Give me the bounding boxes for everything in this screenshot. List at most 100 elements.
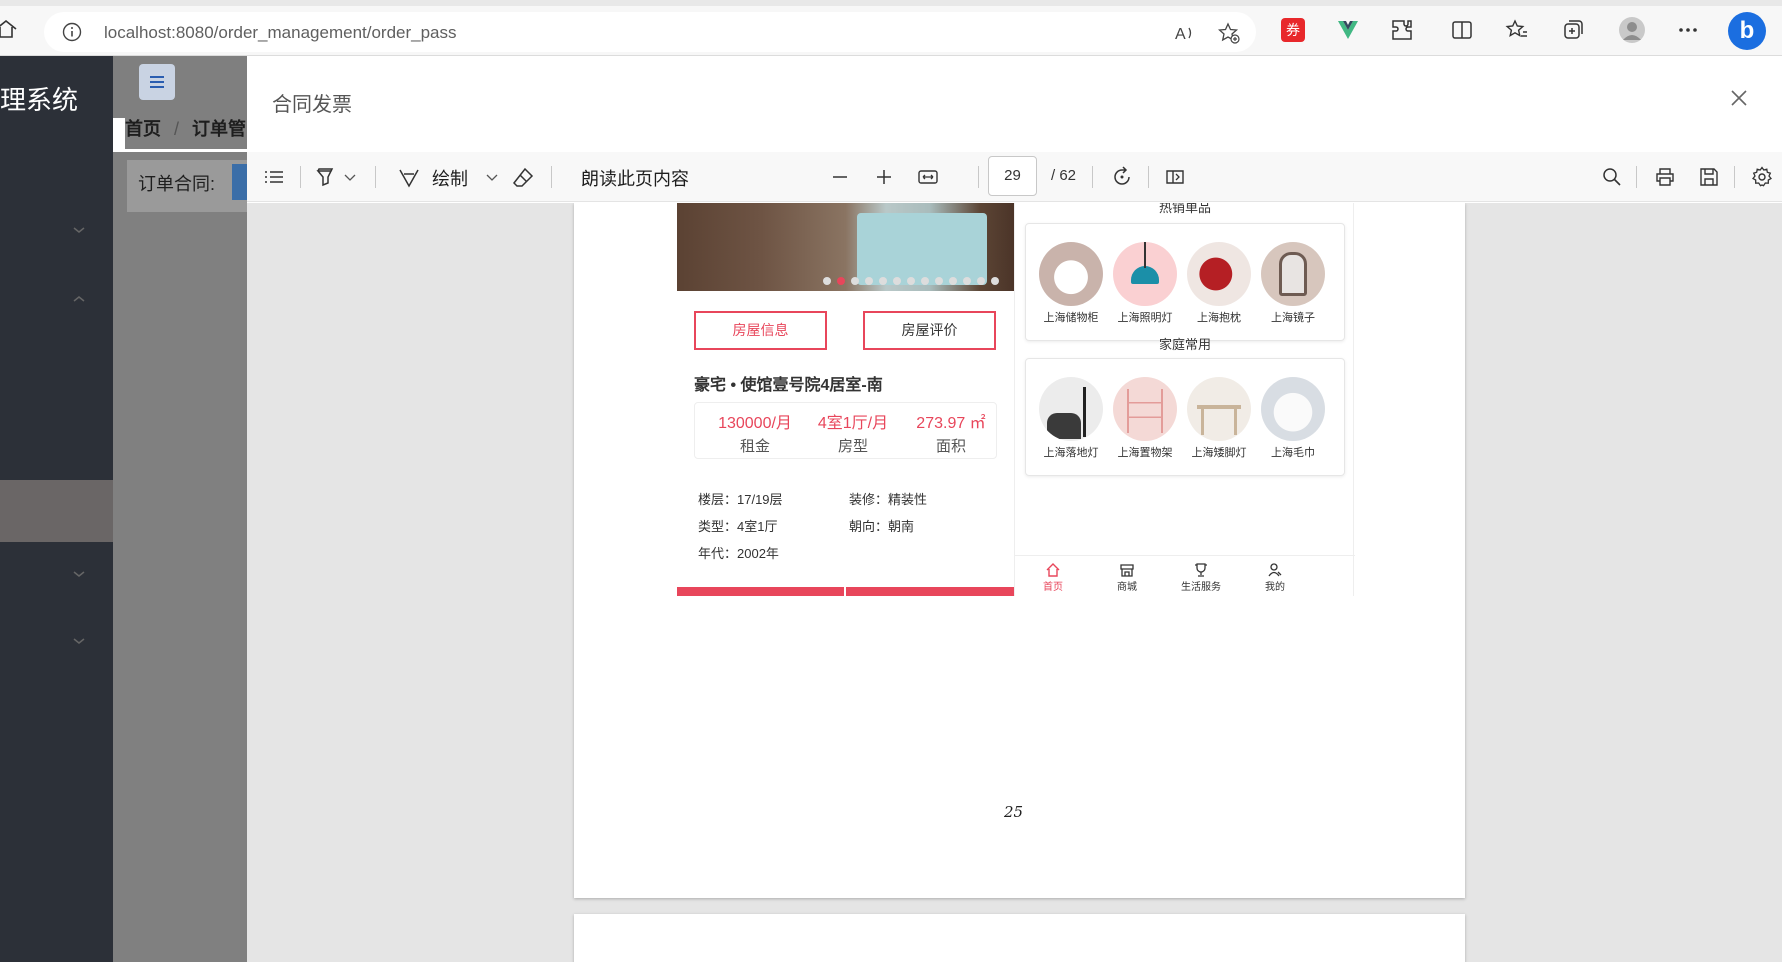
product-image — [1039, 242, 1103, 306]
save-icon[interactable] — [1698, 166, 1720, 188]
print-icon[interactable] — [1654, 166, 1676, 188]
tab-mine[interactable]: 我的 — [1245, 562, 1305, 593]
carousel-dot[interactable] — [865, 277, 873, 285]
product-item[interactable]: 上海置物架 — [1108, 377, 1182, 460]
draw-label[interactable]: 绘制 — [432, 165, 468, 191]
coupon-extension-icon[interactable]: 券 — [1281, 18, 1305, 42]
favorite-add-icon[interactable] — [1218, 22, 1240, 44]
breadcrumb-order[interactable]: 订单管 — [192, 115, 246, 141]
carousel-dot[interactable] — [949, 277, 957, 285]
house-review-button[interactable]: 房屋评价 — [863, 311, 996, 350]
page-number-input[interactable]: 29 — [988, 156, 1037, 196]
tab-label: 商城 — [1117, 582, 1137, 593]
fit-to-width-icon[interactable] — [917, 166, 939, 188]
product-item[interactable]: 上海毛巾 — [1256, 377, 1330, 460]
detail-year: 年代：2002年 — [698, 546, 779, 561]
table-of-contents-icon[interactable] — [263, 166, 285, 188]
house-info-button[interactable]: 房屋信息 — [694, 311, 827, 350]
tab-label: 生活服务 — [1181, 582, 1221, 593]
product-image — [1039, 377, 1103, 441]
eraser-icon[interactable] — [512, 166, 534, 188]
carousel-dot[interactable] — [879, 277, 887, 285]
tab-mall[interactable]: 商城 — [1097, 562, 1157, 593]
carousel-dot[interactable] — [977, 277, 985, 285]
vue-devtools-icon[interactable] — [1336, 18, 1360, 42]
filter-input[interactable] — [232, 164, 247, 200]
stat-value: 130000/月 — [718, 415, 792, 432]
app-title: 理系统 — [0, 85, 79, 115]
highlight-icon[interactable] — [315, 166, 337, 188]
chevron-down-icon[interactable] — [343, 166, 357, 188]
house-title: 豪宅 • 使馆壹号院4居室-南 — [694, 377, 883, 394]
product-item[interactable]: 上海矮脚灯 — [1182, 377, 1256, 460]
product-image — [1261, 377, 1325, 441]
more-menu-icon[interactable] — [1676, 18, 1700, 42]
carousel-dot[interactable] — [907, 277, 915, 285]
product-item[interactable]: 上海落地灯 — [1034, 377, 1108, 460]
carousel-dot[interactable] — [893, 277, 901, 285]
read-aloud-button[interactable]: 朗读此页内容 — [581, 165, 689, 191]
favorites-icon[interactable] — [1505, 18, 1529, 42]
tab-life-service[interactable]: 生活服务 — [1171, 562, 1231, 593]
product-item[interactable]: 上海照明灯 — [1108, 242, 1182, 325]
carousel-dot-active[interactable] — [837, 277, 845, 285]
product-item[interactable]: 上海储物柜 — [1034, 242, 1108, 325]
carousel-dot[interactable] — [935, 277, 943, 285]
svg-text:A: A — [1175, 26, 1186, 43]
chevron-down-icon[interactable] — [72, 636, 86, 646]
home-icon[interactable] — [0, 20, 18, 38]
carousel-dot[interactable] — [823, 277, 831, 285]
split-screen-icon[interactable] — [1450, 18, 1474, 42]
invoice-dialog: 合同发票 绘制 朗读此页内容 29 / 62 房屋信息 房屋评价 豪宅 • 使馆… — [247, 56, 1782, 962]
carousel-dot[interactable] — [991, 277, 999, 285]
stat-label: 房型 — [837, 438, 868, 455]
info-icon[interactable] — [62, 22, 82, 42]
carousel-dot[interactable] — [963, 277, 971, 285]
url-host: localhost — [104, 23, 172, 42]
bottom-tab-bar: 首页 商城 生活服务 我的 — [1015, 555, 1355, 596]
chevron-up-icon[interactable] — [72, 294, 86, 304]
product-image — [1261, 242, 1325, 306]
filter-label: 订单合同: — [138, 174, 216, 194]
sidebar-active-item[interactable] — [0, 480, 113, 542]
carousel-dots[interactable] — [823, 272, 1005, 285]
stat-value: 4室1厅/月 — [817, 415, 889, 432]
chevron-down-icon[interactable] — [72, 569, 86, 579]
toolbar-divider — [300, 166, 301, 188]
extensions-icon[interactable] — [1390, 18, 1414, 42]
zoom-in-icon[interactable] — [873, 166, 895, 188]
chevron-down-icon[interactable] — [72, 225, 86, 235]
rotate-icon[interactable] — [1111, 166, 1133, 188]
carousel-dot[interactable] — [851, 277, 859, 285]
tab-home[interactable]: 首页 — [1023, 562, 1083, 593]
search-icon[interactable] — [1601, 166, 1623, 188]
read-aloud-icon[interactable]: A — [1174, 22, 1196, 44]
breadcrumb-home[interactable]: 首页 — [125, 115, 161, 141]
product-name: 上海落地灯 — [1043, 447, 1099, 459]
product-name: 上海镜子 — [1271, 312, 1315, 324]
collections-icon[interactable] — [1561, 18, 1585, 42]
action-bar-left[interactable] — [677, 587, 844, 596]
chevron-down-icon[interactable] — [485, 166, 499, 188]
product-name: 上海抱枕 — [1197, 312, 1241, 324]
settings-gear-icon[interactable] — [1751, 166, 1773, 188]
address-bar[interactable]: localhost:8080/order_management/order_pa… — [44, 12, 1256, 52]
detail-floor: 楼层：17/19层 — [698, 492, 783, 507]
profile-avatar-icon[interactable] — [1618, 16, 1646, 44]
action-bar-right[interactable] — [846, 587, 1014, 596]
carousel-dot[interactable] — [921, 277, 929, 285]
bing-copilot-icon[interactable]: b — [1728, 12, 1766, 50]
product-item[interactable]: 上海抱枕 — [1182, 242, 1256, 325]
close-icon[interactable] — [1727, 86, 1751, 110]
zoom-out-icon[interactable] — [829, 166, 851, 188]
pdf-page: 房屋信息 房屋评价 豪宅 • 使馆壹号院4居室-南 130000/月 租金 4室… — [574, 203, 1465, 898]
browser-toolbar: localhost:8080/order_management/order_pa… — [0, 0, 1782, 56]
url-path: :8080/order_management/order_pass — [171, 23, 457, 42]
product-image — [1113, 377, 1177, 441]
page-view-icon[interactable] — [1164, 166, 1186, 188]
product-item[interactable]: 上海镜子 — [1256, 242, 1330, 325]
draw-icon[interactable] — [398, 166, 420, 188]
menu-toggle-button[interactable] — [139, 64, 175, 100]
pdf-viewer[interactable]: 房屋信息 房屋评价 豪宅 • 使馆壹号院4居室-南 130000/月 租金 4室… — [247, 203, 1782, 962]
product-name: 上海置物架 — [1117, 447, 1173, 459]
